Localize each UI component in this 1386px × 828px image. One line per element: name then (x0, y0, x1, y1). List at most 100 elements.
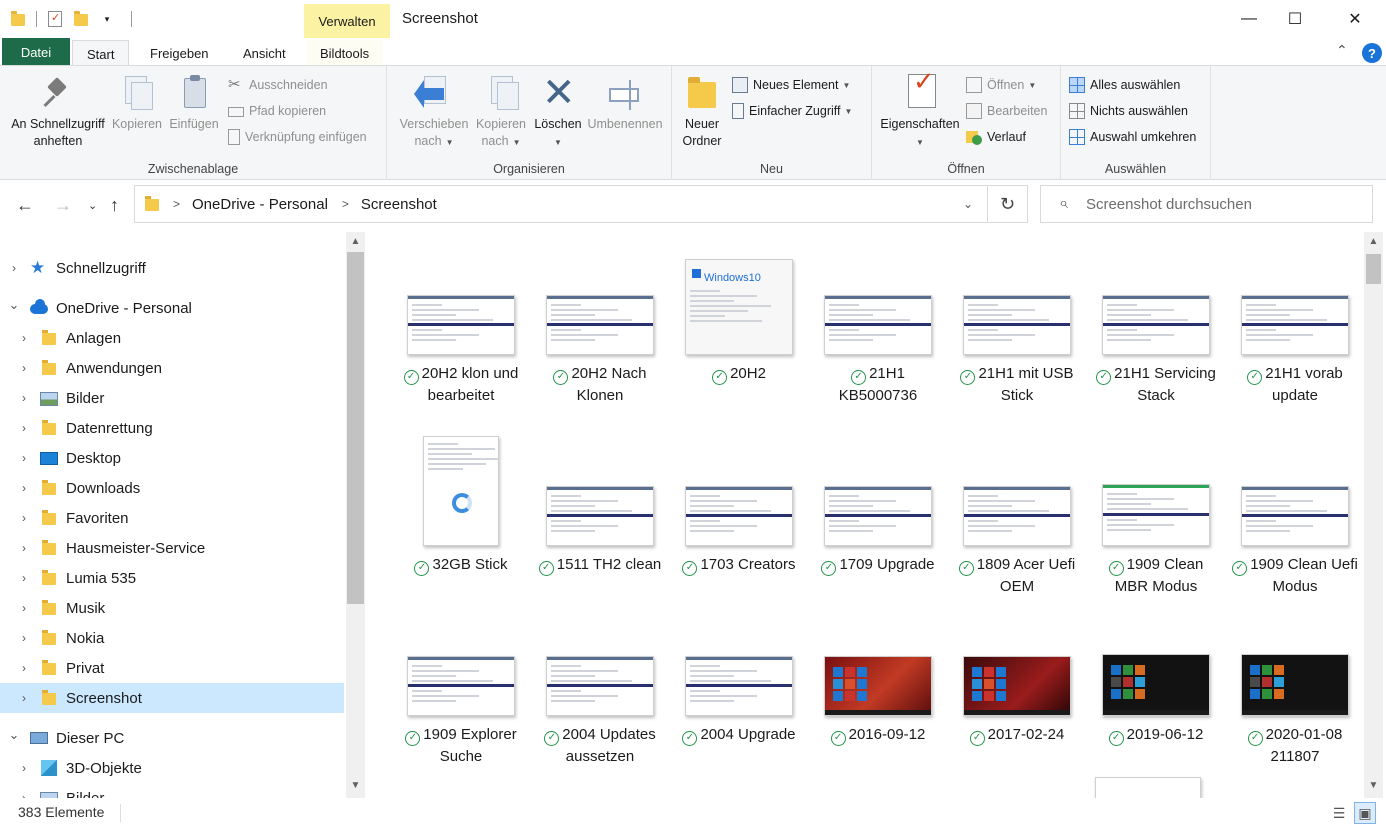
content-scroll-thumb[interactable] (1366, 254, 1381, 284)
scroll-up-icon[interactable]: ▲ (347, 236, 364, 247)
customize-quick-access-icon[interactable]: ▾ (99, 11, 115, 27)
tab-view[interactable]: Ansicht (229, 40, 300, 66)
scroll-down-icon[interactable]: ▼ (347, 780, 364, 791)
navigation-scrollbar[interactable]: ▲ ▼ (346, 232, 365, 798)
breadcrumb-chevron-icon[interactable]: > (342, 197, 349, 211)
paste-button[interactable]: Einfügen (166, 74, 222, 133)
maximize-button[interactable]: ☐ (1272, 0, 1318, 38)
file-item[interactable]: ✓ 2016-09-12 (813, 232, 943, 798)
file-item[interactable]: ✓ 2004 Upgrade (674, 232, 804, 798)
chevron-right-icon[interactable]: › (18, 691, 30, 705)
file-item[interactable]: ✓ 1703 Creators (674, 232, 804, 798)
nav-item[interactable]: ⌄ Dieser PC (0, 723, 344, 753)
copy-path-button[interactable]: Pfad kopieren (228, 100, 326, 122)
properties-button[interactable]: Eigenschaften ▼ (876, 73, 964, 151)
file-item[interactable]: Windows10 ✓ 20H2 (674, 232, 804, 798)
pin-quick-access-button[interactable]: An Schnellzugriff anheften (6, 74, 110, 150)
file-item[interactable]: ✓ 1709 Upgrade (813, 232, 943, 798)
file-thumbnail[interactable] (423, 436, 499, 546)
file-thumbnail[interactable] (685, 486, 793, 546)
easy-access-button[interactable]: Einfacher Zugriff ▼ (732, 100, 852, 122)
file-thumbnail[interactable] (963, 486, 1071, 546)
content-scrollbar[interactable]: ▲ ▼ (1364, 232, 1383, 798)
nav-item[interactable]: › Anwendungen (0, 353, 344, 383)
file-thumbnail[interactable] (1095, 777, 1201, 798)
file-thumbnail[interactable] (824, 656, 932, 716)
delete-button[interactable]: ✕ Löschen ▼ (530, 73, 586, 151)
nav-item[interactable]: › Bilder (0, 783, 344, 798)
file-item[interactable]: ✓ 21H1 KB5000736 (813, 232, 943, 798)
chevron-right-icon[interactable]: › (18, 601, 30, 615)
tab-file[interactable]: Datei (2, 38, 70, 66)
file-thumbnail[interactable]: Windows10 (685, 259, 793, 355)
chevron-right-icon[interactable]: › (18, 661, 30, 675)
recent-locations-chevron-icon[interactable]: ⌄ (88, 199, 97, 212)
chevron-right-icon[interactable]: › (18, 331, 30, 345)
file-item[interactable]: ✓ 1909 Clean MBR Modus (1091, 232, 1221, 798)
chevron-right-icon[interactable]: › (18, 761, 30, 775)
file-item[interactable]: ✓ 1511 TH2 clean (535, 232, 665, 798)
new-folder-quick-button[interactable] (73, 11, 89, 27)
file-thumbnail[interactable] (407, 295, 515, 355)
nav-item[interactable]: › Desktop (0, 443, 344, 473)
tab-share[interactable]: Freigeben (136, 40, 223, 66)
nav-item[interactable]: › Hausmeister-Service (0, 533, 344, 563)
file-item[interactable]: ✓ 21H1 mit USB Stick (952, 232, 1082, 798)
file-item[interactable]: ✓ 21H1 Servicing Stack (1091, 232, 1221, 798)
history-button[interactable]: Verlauf (966, 126, 1026, 148)
file-thumbnail[interactable] (546, 295, 654, 355)
file-thumbnail[interactable] (1102, 484, 1210, 546)
open-button[interactable]: Öffnen ▼ (966, 74, 1036, 96)
file-item[interactable]: ✓ 20H2 Nach Klonen (535, 232, 665, 798)
move-to-button[interactable]: Verschieben nach ▼ (393, 74, 475, 151)
nav-item[interactable]: › Downloads (0, 473, 344, 503)
file-item[interactable]: ✓ 2020-01-08 211807 (1230, 232, 1360, 798)
file-thumbnail[interactable] (1241, 295, 1349, 355)
file-thumbnail[interactable] (546, 486, 654, 546)
search-input[interactable]: ⌕ Screenshot durchsuchen (1040, 185, 1373, 223)
file-item[interactable]: ✓ 32GB Stick (396, 232, 526, 798)
copy-button[interactable]: Kopieren (108, 74, 166, 133)
chevron-right-icon[interactable]: › (18, 631, 30, 645)
file-thumbnail[interactable] (963, 656, 1071, 716)
address-bar[interactable]: > OneDrive - Personal > Screenshot ⌄ (134, 185, 988, 223)
select-none-button[interactable]: Nichts auswählen (1069, 100, 1188, 122)
file-thumbnail[interactable] (963, 295, 1071, 355)
chevron-right-icon[interactable]: › (18, 451, 30, 465)
scroll-up-icon[interactable]: ▲ (1365, 236, 1382, 247)
new-folder-button[interactable]: Neuer Ordner (676, 74, 728, 150)
nav-item[interactable]: › ★ Schnellzugriff (0, 253, 344, 283)
file-item[interactable]: ✓ 2004 Updates aussetzen (535, 232, 665, 798)
large-icons-view-icon[interactable]: ▣ (1354, 802, 1376, 824)
file-thumbnail[interactable] (546, 656, 654, 716)
nav-item[interactable]: › Favoriten (0, 503, 344, 533)
rename-button[interactable]: Umbenennen (583, 74, 667, 133)
file-thumbnail[interactable] (685, 656, 793, 716)
forward-arrow-icon[interactable]: → (54, 195, 72, 216)
file-thumbnail[interactable] (824, 295, 932, 355)
file-thumbnail[interactable] (1241, 654, 1349, 716)
copy-to-button[interactable]: Kopieren nach ▼ (465, 74, 537, 151)
select-all-button[interactable]: Alles auswählen (1069, 74, 1180, 96)
chevron-right-icon[interactable]: › (18, 511, 30, 525)
properties-quick-button[interactable] (47, 11, 63, 27)
tab-start[interactable]: Start (72, 40, 130, 67)
chevron-down-icon[interactable]: ⌄ (8, 727, 20, 743)
file-item[interactable]: ✓ 20H2 klon und bearbeitet (396, 232, 526, 798)
back-arrow-icon[interactable]: ← (16, 195, 34, 216)
chevron-right-icon[interactable]: › (18, 541, 30, 555)
chevron-right-icon[interactable]: › (18, 481, 30, 495)
up-arrow-icon[interactable]: ↑ (110, 195, 119, 216)
breadcrumb-chevron-icon[interactable]: > (173, 197, 180, 211)
close-button[interactable]: ✕ (1332, 0, 1378, 38)
file-item[interactable]: ✓ 21H1 vorab update (1230, 232, 1360, 798)
nav-item[interactable]: › Musik (0, 593, 344, 623)
chevron-right-icon[interactable]: › (18, 421, 30, 435)
chevron-right-icon[interactable]: › (18, 571, 30, 585)
file-thumbnail[interactable] (1102, 295, 1210, 355)
nav-item[interactable]: › Bilder (0, 383, 344, 413)
nav-item[interactable]: › Datenrettung (0, 413, 344, 443)
file-thumbnail[interactable] (407, 656, 515, 716)
nav-item[interactable]: › Nokia (0, 623, 344, 653)
nav-item[interactable]: ⌄ OneDrive - Personal (0, 293, 344, 323)
